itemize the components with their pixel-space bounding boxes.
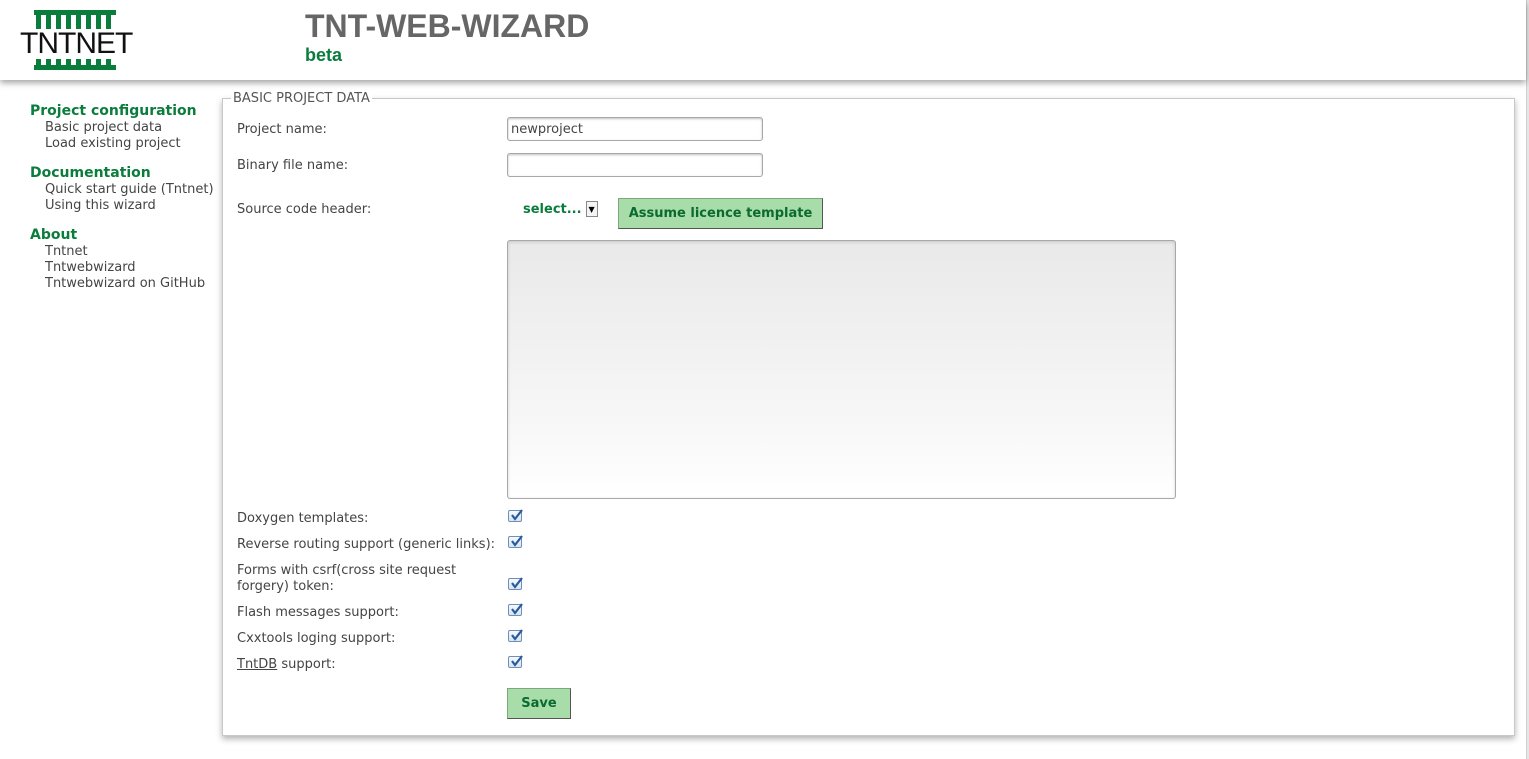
reverse-routing-label: Reverse routing support (generic links): bbox=[237, 537, 496, 552]
nav-group-project-configuration: Project configuration Basic project data… bbox=[30, 103, 215, 152]
nav-link-tntnet[interactable]: Tntnet bbox=[30, 244, 215, 260]
tntdb-support-checkbox[interactable] bbox=[508, 655, 523, 668]
basic-project-data-fieldset: BASIC PROJECT DATA Project name: Binary … bbox=[222, 91, 1515, 736]
site-title: TNT-WEB-WIZARD bbox=[305, 8, 590, 44]
nav-link-basic-project-data[interactable]: Basic project data bbox=[30, 120, 215, 136]
flash-messages-label: Flash messages support: bbox=[237, 605, 399, 620]
flash-messages-checkbox[interactable] bbox=[508, 603, 523, 616]
project-name-label: Project name: bbox=[237, 122, 327, 137]
cxxtools-logging-checkbox[interactable] bbox=[508, 629, 523, 642]
checkmark-icon bbox=[511, 577, 523, 589]
nav-heading-documentation[interactable]: Documentation bbox=[30, 165, 215, 182]
checkmark-icon bbox=[511, 509, 523, 521]
csrf-token-label: Forms with csrf(cross site request forge… bbox=[237, 563, 457, 594]
csrf-token-checkbox[interactable] bbox=[508, 577, 523, 590]
site-subtitle: beta bbox=[305, 45, 343, 65]
nav-heading-about[interactable]: About bbox=[30, 227, 215, 244]
doxygen-templates-checkbox[interactable] bbox=[508, 509, 523, 522]
nav-link-tntwebwizard[interactable]: Tntwebwizard bbox=[30, 260, 215, 276]
nav-link-load-existing-project[interactable]: Load existing project bbox=[30, 136, 215, 152]
nav-group-documentation: Documentation Quick start guide (Tntnet)… bbox=[30, 165, 215, 214]
tntdb-link[interactable]: TntDB bbox=[237, 657, 277, 672]
checkmark-icon bbox=[511, 603, 523, 615]
select-value: select... bbox=[523, 201, 582, 217]
project-name-input[interactable] bbox=[507, 117, 763, 141]
tntdb-support-label: TntDB support: bbox=[237, 657, 497, 673]
source-code-header-textarea[interactable] bbox=[507, 240, 1176, 499]
checkmark-icon bbox=[511, 535, 523, 547]
binary-file-name-label: Binary file name: bbox=[237, 158, 349, 173]
fieldset-legend: BASIC PROJECT DATA bbox=[231, 91, 372, 107]
source-code-header-label: Source code header: bbox=[237, 202, 372, 217]
nav-link-quick-start-guide[interactable]: Quick start guide (Tntnet) bbox=[30, 182, 215, 198]
page-header: TNTNET TNT-WEB-WIZARD beta bbox=[0, 0, 1526, 80]
logo-text: TNTNET bbox=[20, 29, 140, 59]
sidebar-nav: Project configuration Basic project data… bbox=[30, 103, 215, 305]
assume-licence-template-button[interactable]: Assume licence template bbox=[618, 198, 823, 229]
nav-heading-project-configuration[interactable]: Project configuration bbox=[30, 103, 215, 120]
checkmark-icon bbox=[511, 629, 523, 641]
reverse-routing-checkbox[interactable] bbox=[508, 535, 523, 548]
binary-file-name-input[interactable] bbox=[507, 153, 763, 177]
doxygen-templates-label: Doxygen templates: bbox=[237, 511, 369, 526]
tntnet-logo[interactable]: TNTNET bbox=[20, 10, 140, 72]
checkmark-icon bbox=[511, 655, 523, 667]
nav-group-about: About Tntnet Tntwebwizard Tntwebwizard o… bbox=[30, 227, 215, 292]
cxxtools-logging-label: Cxxtools loging support: bbox=[237, 631, 396, 646]
tntdb-support-text: support: bbox=[277, 657, 336, 672]
nav-link-using-this-wizard[interactable]: Using this wizard bbox=[30, 198, 215, 214]
chevron-down-icon: ▼ bbox=[585, 201, 598, 217]
licence-template-select[interactable]: select... ▼ bbox=[523, 199, 598, 219]
save-button[interactable]: Save bbox=[507, 688, 571, 719]
nav-link-tntwebwizard-github[interactable]: Tntwebwizard on GitHub bbox=[30, 276, 215, 292]
